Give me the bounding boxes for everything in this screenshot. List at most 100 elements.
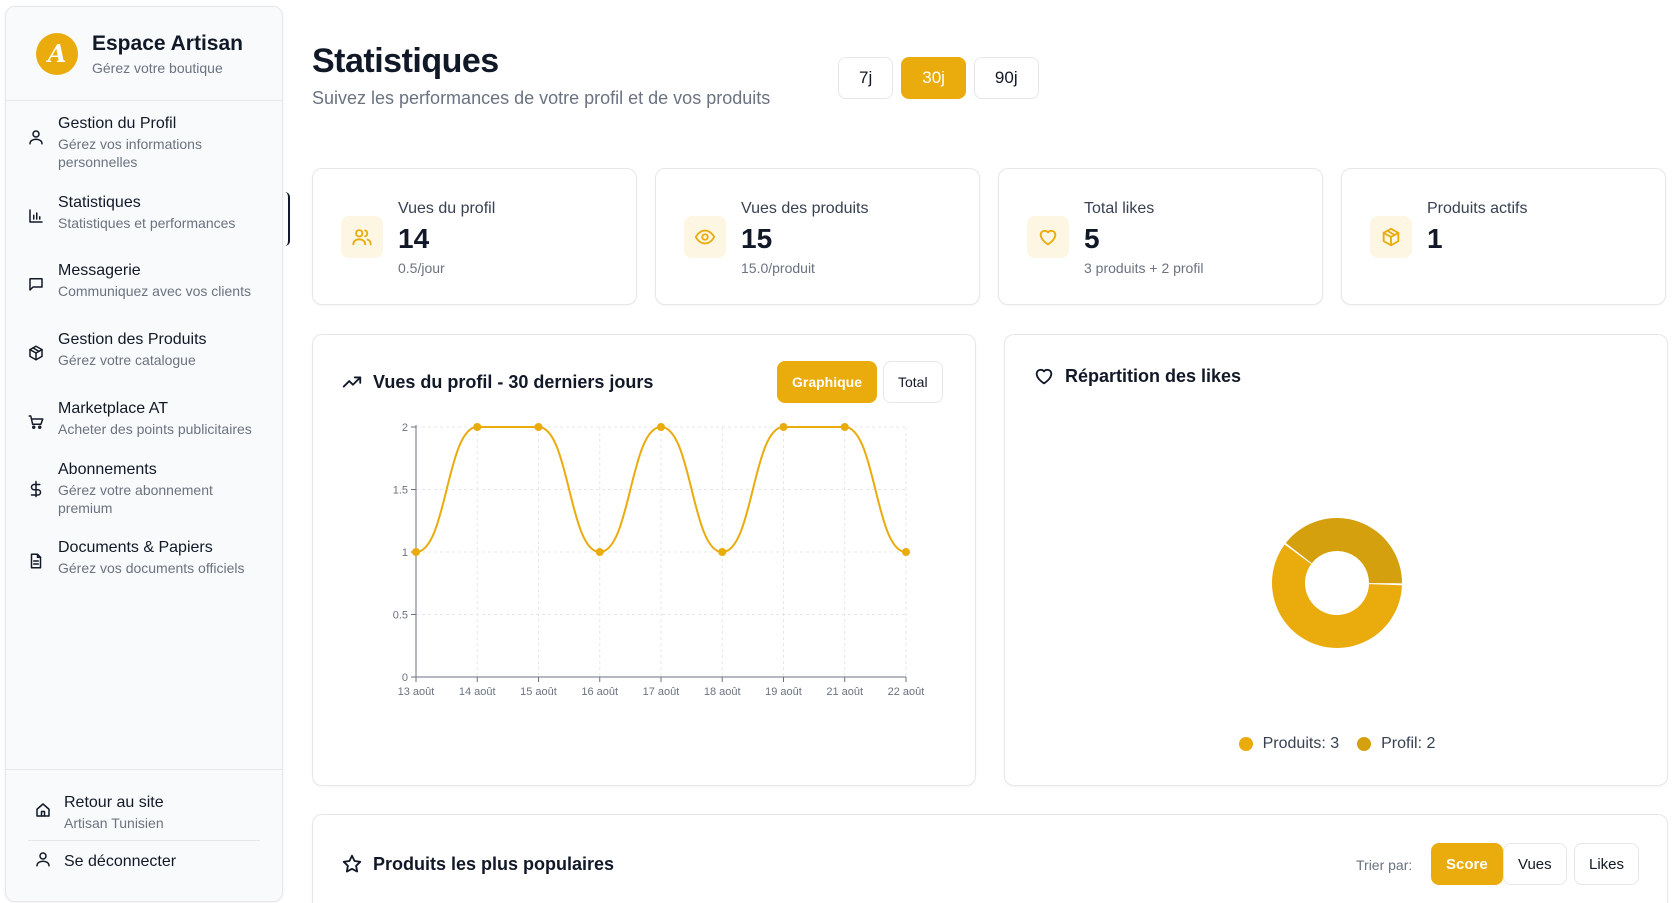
heart-icon [1027,216,1069,258]
sidebar-item-label: Statistiques [58,194,141,211]
sidebar-item-label: Gestion du Profil [58,115,177,132]
pie-legend: Produits: 3 Profil: 2 [1005,735,1669,753]
page-subtitle: Suivez les performances de votre profil … [312,88,771,108]
document-icon [24,549,48,573]
sidebar-item-statistics[interactable]: Statistiques Statistiques et performance… [24,192,290,246]
brand-title: Espace Artisan [92,31,243,55]
popular-title-text: Produits les plus populaires [373,853,615,874]
period-7j-button[interactable]: 7j [838,57,894,99]
logout-label: Se déconnecter [64,852,177,870]
data-point[interactable] [473,423,482,431]
data-point[interactable] [657,423,665,431]
sidebar-item-subscriptions[interactable]: Abonnements Gérez votre abonnement premi… [24,459,280,517]
sidebar-item-products[interactable]: Gestion des Produits Gérez votre catalog… [24,329,280,369]
brand-logo: A [36,32,78,75]
x-tick-label: 15 août [520,686,557,698]
sidebar-item-desc: Gérez votre catalogue [58,352,196,368]
stat-label: Total likes [1084,200,1155,217]
stat-card-profile-views: Vues du profil 14 0.5/jour [312,168,637,305]
sidebar-item-label: Abonnements [58,461,157,478]
y-tick-label: 0.5 [393,610,408,622]
legend-label: Produits: 3 [1262,735,1340,752]
period-30j-button[interactable]: 30j [901,57,966,99]
x-tick-label: 19 août [765,686,802,698]
page-title: Statistiques [312,42,499,80]
y-tick-label: 1 [402,547,408,559]
data-point[interactable] [840,423,849,431]
x-tick-label: 14 août [459,686,496,698]
period-90j-button[interactable]: 90j [973,57,1039,99]
data-point[interactable] [595,548,604,556]
brand-header: A Espace Artisan Gérez votre boutique [6,7,282,101]
sidebar-item-marketplace[interactable]: Marketplace AT Acheter des points public… [24,398,280,438]
sidebar-item-desc: Gérez vos documents officiels [58,560,245,576]
stat-sub: 0.5/jour [398,260,445,276]
stat-label: Produits actifs [1427,200,1528,217]
package-icon [24,341,48,365]
stat-card-total-likes: Total likes 5 3 produits + 2 profil [998,168,1323,305]
back-to-site-link[interactable]: Retour au site Artisan Tunisien [34,792,274,832]
package-icon [1370,216,1412,258]
sidebar-item-desc: Statistiques et performances [58,215,236,231]
x-tick-label: 13 août [398,686,435,698]
y-tick-label: 2 [402,422,408,434]
bar-chart-icon [24,204,48,228]
popular-title: Produits les plus populaires [341,853,614,875]
cart-icon [24,410,48,434]
sidebar-item-documents[interactable]: Documents & Papiers Gérez vos documents … [24,537,280,577]
logout-button[interactable]: Se déconnecter [34,850,176,873]
x-tick-label: 17 août [643,686,680,698]
sort-likes-button[interactable]: Likes [1574,843,1640,885]
sort-score-button[interactable]: Score [1431,843,1503,885]
profile-views-line-chart: 0 0.5 1 1.5 2 13 août 14 août 15 août 16 août 17 … [393,422,925,698]
sidebar-item-label: Gestion des Produits [58,331,207,348]
sidebar-item-messaging[interactable]: Messagerie Communiquez avec vos clients [24,260,280,300]
y-tick-label: 0 [402,672,408,684]
period-selector: 7j 30j 90j [838,57,1039,99]
stat-value: 1 [1427,223,1443,254]
stat-card-active-products: Produits actifs 1 [1341,168,1666,305]
sidebar-item-profile[interactable]: Gestion du Profil Gérez vos informations… [24,113,280,171]
sidebar-item-desc: Gérez votre abonnement premium [58,482,213,516]
profile-views-chart-card: Vues du profil - 30 derniers jours Graph… [312,334,976,786]
users-icon [341,216,383,258]
stat-card-product-views: Vues des produits 15 15.0/produit [655,168,980,305]
y-tick-label: 1.5 [393,485,408,497]
x-tick-label: 22 août [888,686,925,698]
data-point[interactable] [534,423,543,431]
stat-label: Vues du profil [398,200,496,217]
legend-item-products: Produits: 3 [1238,735,1340,753]
sidebar-item-label: Messagerie [58,262,141,279]
data-point[interactable] [902,548,910,556]
sort-label: Trier par: [1356,857,1413,873]
legend-dot [1238,737,1253,751]
x-tick-label: 18 août [704,686,741,698]
stat-sub: 15.0/produit [741,260,815,276]
legend-item-profile: Profil: 2 [1357,735,1435,753]
stat-label: Vues des produits [741,200,869,217]
back-label: Retour au site [64,794,164,811]
legend-label: Profil: 2 [1381,735,1436,752]
eye-icon [684,216,726,258]
sidebar-footer: Retour au site Artisan Tunisien Se décon… [6,769,282,870]
sort-views-button[interactable]: Vues [1503,843,1567,885]
sidebar-item-desc: Acheter des points publicitaires [58,421,252,437]
stat-value: 15 [741,223,773,254]
star-icon [342,854,362,873]
brand-subtitle: Gérez votre boutique [92,59,223,76]
data-point[interactable] [718,548,727,556]
heart-icon [1035,368,1053,385]
data-point[interactable] [779,423,788,431]
sidebar: A Espace Artisan Gérez votre boutique Ge… [5,6,290,902]
sidebar-item-label: Marketplace AT [58,400,168,417]
x-tick-label: 21 août [826,686,863,698]
popular-products-card: Produits les plus populaires Trier par: … [312,814,1668,903]
stat-value: 5 [1084,223,1100,254]
sidebar-item-desc: Communiquez avec vos clients [58,283,251,299]
user-icon [24,125,48,149]
data-point[interactable] [412,548,420,556]
stat-sub: 3 produits + 2 profil [1084,260,1204,276]
home-icon [34,801,52,824]
pie-title-text: Répartition des likes [1065,365,1242,386]
user-icon [34,850,52,873]
